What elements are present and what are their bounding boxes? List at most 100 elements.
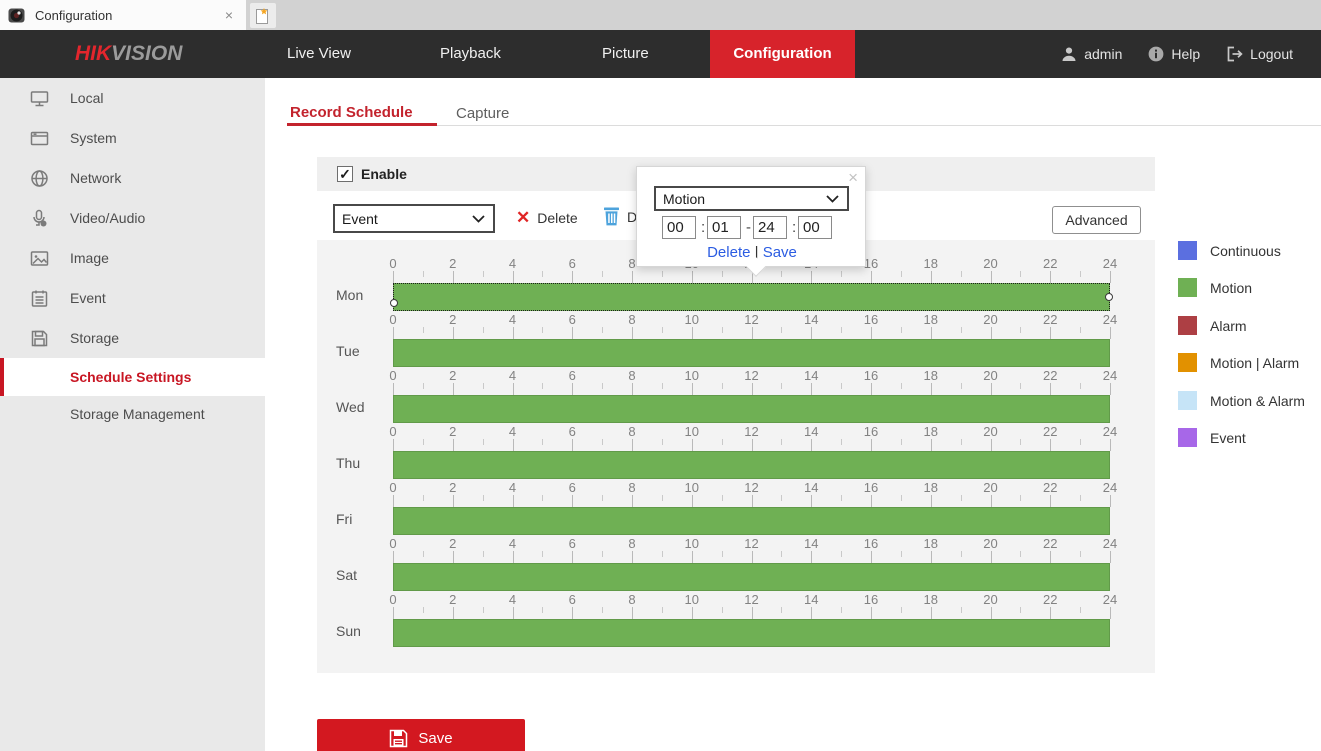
axis-hour-label: 8 — [628, 368, 635, 383]
monitor-icon — [30, 89, 49, 108]
logout-menu[interactable]: Logout — [1226, 46, 1293, 62]
sidebar-item-network[interactable]: Network — [0, 158, 265, 198]
schedule-bar-sat[interactable] — [393, 563, 1110, 591]
sidebar-item-event[interactable]: Event — [0, 278, 265, 318]
schedule-bar-mon[interactable] — [393, 283, 1110, 311]
axis-tick — [991, 551, 992, 563]
schedule-bar-tue[interactable] — [393, 339, 1110, 367]
axis-tick — [871, 551, 872, 563]
sidebar-item-video-audio[interactable]: Video/Audio — [0, 198, 265, 238]
timeline-track[interactable] — [393, 619, 1110, 647]
nav-configuration[interactable]: Configuration — [710, 30, 855, 78]
timeline-track[interactable] — [393, 339, 1110, 367]
axis-tick — [781, 551, 782, 557]
sidebar-item-schedule-settings[interactable]: Schedule Settings — [0, 358, 265, 396]
popup-type-select[interactable]: Motion — [654, 186, 849, 211]
axis-hour-label: 2 — [449, 368, 456, 383]
axis-hour-label: 12 — [744, 592, 758, 607]
timeline: 024681012141618202224 — [393, 536, 1110, 592]
browser-tab[interactable]: Configuration × — [0, 0, 246, 30]
popup-delete-link[interactable]: Delete — [707, 244, 750, 261]
new-tab-button[interactable] — [250, 3, 276, 28]
start-minute-input[interactable] — [707, 216, 741, 239]
axis-tick — [961, 327, 962, 333]
tab-record-schedule[interactable]: Record Schedule — [290, 104, 413, 121]
timeline: 024681012141618202224 — [393, 592, 1110, 648]
timeline-track[interactable] — [393, 507, 1110, 535]
sidebar-item-image[interactable]: Image — [0, 238, 265, 278]
axis-tick — [1080, 607, 1081, 613]
popup-close-icon[interactable]: × — [848, 168, 858, 188]
axis-hour-label: 18 — [924, 480, 938, 495]
sidebar-item-storage-management[interactable]: Storage Management — [0, 396, 265, 432]
axis-hour-label: 14 — [804, 312, 818, 327]
axis-tick — [692, 271, 693, 283]
axis-hour-label: 20 — [983, 536, 997, 551]
save-button[interactable]: Save — [317, 719, 525, 751]
timeline-track[interactable] — [393, 563, 1110, 591]
timeline-track[interactable] — [393, 283, 1110, 311]
axis-tick — [1050, 607, 1051, 619]
axis-tick — [811, 551, 812, 563]
axis-tick — [1050, 439, 1051, 451]
resize-handle-right[interactable] — [1105, 293, 1113, 301]
schedule-row: Thu 024681012141618202224 — [317, 424, 1155, 480]
nav-live-view[interactable]: Live View — [287, 30, 351, 78]
axis-hour-label: 14 — [804, 368, 818, 383]
start-hour-input[interactable] — [662, 216, 696, 239]
sidebar-item-label: Video/Audio — [70, 210, 145, 226]
axis-tick — [632, 271, 633, 283]
nav-playback[interactable]: Playback — [440, 30, 501, 78]
sidebar-item-local[interactable]: Local — [0, 78, 265, 118]
axis-hour-label: 8 — [628, 256, 635, 271]
axis-tick — [1110, 271, 1111, 283]
end-hour-input[interactable] — [753, 216, 787, 239]
sidebar-item-label: Storage — [70, 330, 119, 346]
axis-hour-label: 14 — [804, 592, 818, 607]
help-menu[interactable]: Help — [1148, 46, 1200, 62]
axis-tick — [781, 271, 782, 277]
axis-tick — [632, 551, 633, 563]
axis-tick — [692, 383, 693, 395]
axis-tick — [841, 327, 842, 333]
sidebar-item-storage[interactable]: Storage — [0, 318, 265, 358]
info-icon — [1148, 46, 1164, 62]
timeline-track[interactable] — [393, 395, 1110, 423]
tab-close-icon[interactable]: × — [220, 7, 238, 23]
schedule-bar-wed[interactable] — [393, 395, 1110, 423]
axis-hour-label: 6 — [569, 592, 576, 607]
axis-hour-label: 22 — [1043, 256, 1057, 271]
axis-tick — [752, 495, 753, 507]
sidebar-item-system[interactable]: System — [0, 118, 265, 158]
axis-hour-label: 24 — [1103, 256, 1117, 271]
legend-swatch-motion-alarm — [1178, 391, 1197, 410]
popup-links: Delete | Save — [637, 244, 867, 261]
nav-picture[interactable]: Picture — [602, 30, 649, 78]
record-type-select[interactable]: Event — [333, 204, 495, 233]
schedule-bar-sun[interactable] — [393, 619, 1110, 647]
user-label: admin — [1084, 46, 1122, 62]
tab-capture[interactable]: Capture — [456, 105, 509, 122]
axis-tick — [393, 327, 394, 339]
delete-button[interactable]: ✕ Delete — [516, 209, 578, 226]
colon-separator: : — [701, 219, 705, 236]
chevron-down-icon — [472, 215, 485, 223]
axis-tick — [423, 439, 424, 445]
axis-tick — [1020, 607, 1021, 613]
user-menu[interactable]: admin — [1061, 46, 1122, 62]
axis-hour-label: 16 — [864, 592, 878, 607]
advanced-button[interactable]: Advanced — [1052, 206, 1141, 234]
axis-hour-label: 4 — [509, 256, 516, 271]
resize-handle-left[interactable] — [390, 299, 398, 307]
popup-save-link[interactable]: Save — [763, 244, 797, 261]
end-minute-input[interactable] — [798, 216, 832, 239]
timeline-track[interactable] — [393, 451, 1110, 479]
legend-label: Event — [1210, 430, 1246, 446]
sidebar-item-label: Schedule Settings — [70, 369, 191, 385]
sidebar-item-label: Event — [70, 290, 106, 306]
image-icon — [30, 249, 49, 268]
schedule-bar-fri[interactable] — [393, 507, 1110, 535]
axis-tick — [811, 607, 812, 619]
schedule-bar-thu[interactable] — [393, 451, 1110, 479]
enable-checkbox[interactable]: ✓ — [337, 166, 353, 182]
